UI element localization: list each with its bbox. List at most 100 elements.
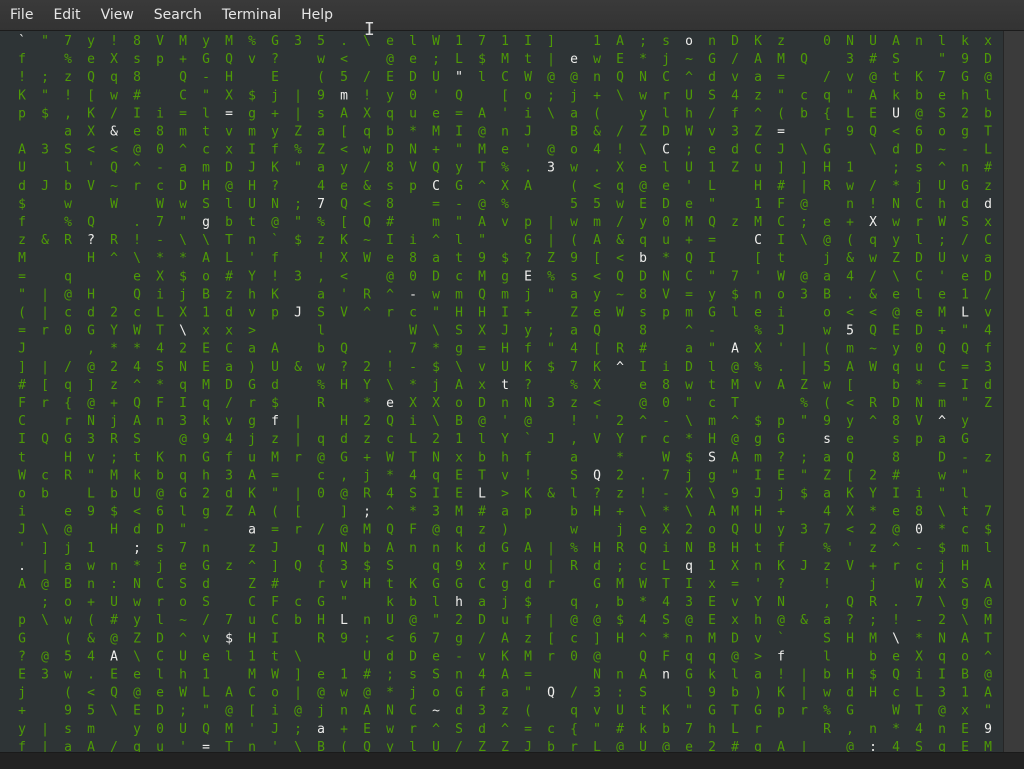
- rain-glyph: f: [18, 215, 26, 230]
- rain-glyph: *: [156, 251, 164, 266]
- rain-glyph: 1: [455, 34, 463, 49]
- rain-glyph: j: [662, 52, 670, 67]
- rain-glyph: !: [386, 360, 394, 375]
- rain-glyph: L: [593, 740, 601, 752]
- rain-glyph: @: [846, 740, 854, 752]
- rain-glyph: S: [386, 559, 394, 574]
- rain-glyph: W: [271, 668, 279, 683]
- rain-glyph: ': [340, 287, 348, 302]
- rain-glyph: a: [570, 287, 578, 302]
- rain-glyph: ': [501, 414, 509, 429]
- rain-glyph: H: [340, 414, 348, 429]
- menu-edit[interactable]: Edit: [43, 0, 90, 30]
- rain-glyph: U: [179, 722, 187, 737]
- rain-glyph: S: [961, 215, 969, 230]
- rain-glyph: S: [409, 487, 417, 502]
- menu-view[interactable]: View: [91, 0, 144, 30]
- rain-glyph: <: [363, 197, 371, 212]
- rain-glyph: u: [156, 740, 164, 752]
- rain-glyph: p: [524, 215, 532, 230]
- rain-glyph: S: [823, 631, 831, 646]
- rain-glyph: |: [800, 342, 808, 357]
- rain-glyph: A: [18, 143, 26, 158]
- rain-glyph: G: [340, 450, 348, 465]
- rain-glyph: ": [938, 52, 946, 67]
- rain-glyph: d: [731, 143, 739, 158]
- rain-glyph: n: [501, 125, 509, 140]
- rain-glyph: #: [225, 269, 233, 284]
- rain-glyph: Z: [800, 378, 808, 393]
- rain-glyph: q: [432, 468, 440, 483]
- rain-glyph: n: [409, 541, 417, 556]
- rain-glyph: U: [524, 559, 532, 574]
- menu-terminal[interactable]: Terminal: [212, 0, 291, 30]
- rain-glyph: z: [110, 378, 118, 393]
- menu-file[interactable]: File: [0, 0, 43, 30]
- rain-glyph: z: [271, 432, 279, 447]
- rain-glyph: ": [593, 722, 601, 737]
- rain-glyph: $: [938, 541, 946, 556]
- rain-glyph: d: [133, 523, 141, 538]
- rain-glyph: c: [892, 686, 900, 701]
- rain-glyph: .: [846, 287, 854, 302]
- rain-glyph: m: [593, 215, 601, 230]
- rain-glyph: K: [662, 704, 670, 719]
- rain-glyph: Q: [731, 523, 739, 538]
- rain-glyph: $: [179, 269, 187, 284]
- rain-glyph: 3: [593, 686, 601, 701]
- rain-glyph: ;: [294, 197, 302, 212]
- rain-glyph: q: [179, 468, 187, 483]
- rain-glyph: ]: [800, 161, 808, 176]
- menu-help[interactable]: Help: [291, 0, 343, 30]
- rain-glyph: A: [846, 360, 854, 375]
- rain-glyph: `: [18, 34, 26, 49]
- rain-glyph: [: [294, 505, 302, 520]
- rain-glyph: \: [179, 233, 187, 248]
- rain-glyph: i: [915, 487, 923, 502]
- rain-glyph: r: [800, 704, 808, 719]
- rain-glyph: S: [202, 595, 210, 610]
- rain-glyph: X: [846, 505, 854, 520]
- rain-glyph: ^: [110, 251, 118, 266]
- rain-glyph: ?: [846, 613, 854, 628]
- rain-glyph: |: [800, 686, 808, 701]
- rain-glyph: J: [248, 161, 256, 176]
- rain-glyph: \: [892, 631, 900, 646]
- rain-glyph: @: [225, 704, 233, 719]
- rain-glyph: ;: [685, 143, 693, 158]
- rain-glyph: =: [938, 378, 946, 393]
- menu-search[interactable]: Search: [144, 0, 212, 30]
- rain-glyph: #: [984, 161, 992, 176]
- rain-glyph: f: [271, 251, 279, 266]
- rain-glyph: ": [708, 269, 716, 284]
- rain-glyph: @: [133, 143, 141, 158]
- rain-glyph: ): [754, 686, 762, 701]
- rain-glyph: X: [156, 269, 164, 284]
- rain-glyph: Z: [984, 396, 992, 411]
- rain-glyph: Q: [961, 342, 969, 357]
- rain-glyph: l: [432, 595, 440, 610]
- rain-glyph: 3: [179, 414, 187, 429]
- terminal-scrollbar[interactable]: [1003, 31, 1024, 752]
- rain-glyph: t: [271, 649, 279, 664]
- rain-glyph: Q: [800, 52, 808, 67]
- rain-glyph: @: [478, 197, 486, 212]
- rain-glyph: t: [524, 52, 532, 67]
- rain-glyph: #: [18, 378, 26, 393]
- rain-glyph: ": [685, 396, 693, 411]
- rain-glyph: S: [202, 197, 210, 212]
- rain-glyph: Q: [363, 740, 371, 752]
- rain-glyph: d: [271, 378, 279, 393]
- rain-glyph: e: [340, 179, 348, 194]
- rain-glyph: *: [616, 450, 624, 465]
- rain-glyph: l: [64, 161, 72, 176]
- rain-glyph: o: [18, 487, 26, 502]
- rain-glyph: W: [685, 125, 693, 140]
- terminal-output[interactable]: ` f! Kp A Ud $ f z M = "(= J] # F C It Wo i J '. Ap G? Ej + y f ";…: [0, 31, 1003, 752]
- rain-glyph: 7: [432, 631, 440, 646]
- rain-glyph: |: [41, 559, 49, 574]
- rain-glyph: *: [386, 468, 394, 483]
- rain-glyph: (: [64, 631, 72, 646]
- rain-glyph: 8: [892, 450, 900, 465]
- rain-glyph: 0: [409, 88, 417, 103]
